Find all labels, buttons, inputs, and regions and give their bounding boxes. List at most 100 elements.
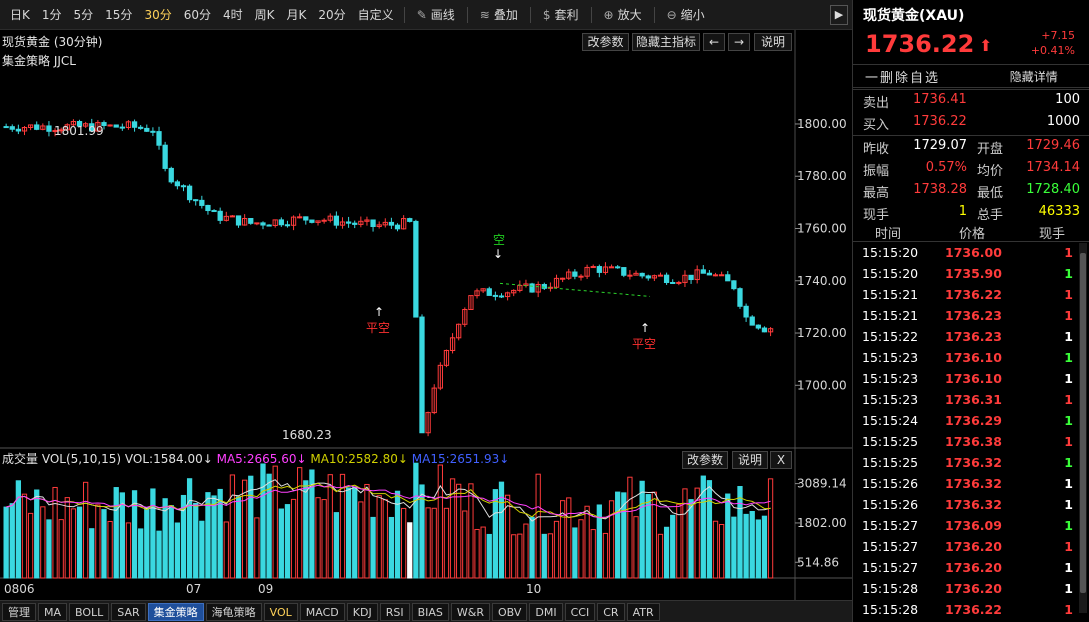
draw-line-button[interactable]: ✎ 画线 [409, 0, 463, 30]
tick-price: 1736.09 [945, 518, 1002, 533]
vol-label: 成交量 VOL(5,10,15) VOL:1584.00↓ [2, 452, 213, 466]
candle-down [248, 218, 254, 224]
timeframe-custom[interactable]: 自定义 [352, 0, 400, 30]
price-tick-label: 1760.00 [797, 221, 847, 235]
timeframe-week[interactable]: 周K [249, 0, 281, 30]
candle-up [229, 215, 236, 218]
tab-vol-6[interactable]: VOL [263, 602, 298, 621]
hide-detail-button[interactable]: 隐藏详情 [978, 68, 1089, 85]
volume-bar [199, 520, 205, 579]
volume-bar [376, 495, 382, 579]
tick-scrollbar[interactable] [1079, 243, 1087, 613]
volume-bar [645, 494, 651, 579]
candle-down [706, 272, 713, 276]
time-axis-label: 10 [526, 582, 541, 596]
candle-down [407, 218, 413, 222]
signal-arrow-icon: ↓ [493, 247, 503, 261]
tab-dmi-13[interactable]: DMI [529, 602, 563, 621]
zoom-out-icon: ⊖ [666, 7, 677, 22]
stat-row: 振幅 0.57% 均价 1734.14 [853, 158, 1089, 180]
volume-bar [144, 507, 150, 579]
tab--4[interactable]: 集金策略 [147, 602, 204, 621]
tab-cci-14[interactable]: CCI [564, 602, 596, 621]
help-button[interactable]: 说明 [754, 33, 792, 51]
volume-bar [15, 480, 22, 579]
tab-bias-10[interactable]: BIAS [411, 602, 449, 621]
strategy-label: 集金策略 JJCL [2, 54, 76, 68]
delete-favorite-button[interactable]: 一删除自选 [853, 67, 978, 86]
tick-time: 15:15:25 [862, 455, 919, 470]
volume-bar [83, 481, 89, 579]
timeframe-4h[interactable]: 4时 [217, 0, 249, 30]
volume-bar [407, 522, 413, 579]
volume-bar [627, 476, 633, 579]
timeframe-5min[interactable]: 5分 [68, 0, 100, 30]
candle-down [419, 316, 425, 434]
hide-main-indicator-button[interactable]: 隐藏主指标 [632, 33, 700, 51]
candlestick-chart[interactable]: 1800.00 1780.00 1760.00 1740.00 1720.00 1700.… [0, 30, 852, 600]
candle-up [676, 281, 682, 284]
tab-wr-11[interactable]: W&R [450, 602, 490, 621]
last-price: 1736.22 [865, 30, 975, 58]
tab--0[interactable]: 管理 [2, 602, 36, 621]
tab--5[interactable]: 海龟策略 [205, 602, 262, 621]
volume-bar [107, 520, 113, 579]
scroll-right-button[interactable]: → [728, 33, 750, 51]
tick-volume: 1 [1064, 602, 1073, 617]
zoom-in-button[interactable]: ⊕ 放大 [596, 0, 650, 30]
vol-help-button[interactable]: 说明 [732, 451, 768, 469]
signal-label: 平空 [632, 337, 656, 351]
candle-down [743, 305, 749, 318]
tab-sar-3[interactable]: SAR [111, 602, 146, 621]
volume-bar [547, 533, 554, 579]
volume-bar [58, 519, 64, 579]
tick-time: 15:15:28 [862, 581, 919, 596]
scrollbar-thumb[interactable] [1080, 253, 1086, 593]
tab-obv-12[interactable]: OBV [492, 602, 528, 621]
overlay-button[interactable]: ≋ 叠加 [472, 0, 526, 30]
edit-params-button[interactable]: 改参数 [582, 33, 629, 51]
scroll-left-button[interactable]: ← [703, 33, 725, 51]
tick-list[interactable]: 15:15:20 1736.00 1 15:15:20 1735.90 1 15:15:21… [853, 243, 1079, 621]
volume-bar [229, 474, 236, 579]
timeframe-1min[interactable]: 1分 [36, 0, 68, 30]
volume-bar [596, 504, 602, 579]
timeframe-15min[interactable]: 15分 [99, 0, 138, 30]
tick-header-price: 价格 [959, 227, 986, 242]
collapse-panel-button[interactable]: ▶ [830, 5, 848, 25]
zoom-out-label: 缩小 [680, 7, 705, 22]
timeframe-day[interactable]: 日K [4, 0, 36, 30]
volume-bar [315, 497, 321, 579]
price-tick-label: 1800.00 [797, 117, 847, 131]
tab-boll-2[interactable]: BOLL [69, 602, 110, 621]
volume-bar [297, 467, 303, 579]
tab-cr-15[interactable]: CR [597, 602, 625, 621]
chart-toolbar: 日K 1分 5分 15分 30分 60分 4时 周K 月K 20分 自定义 ✎ 画线 ≋ 叠加 $ 套利 ⊕ 放大 ⊖… [0, 0, 852, 30]
timeframe-30min[interactable]: 30分 [138, 0, 177, 30]
tab-ma-1[interactable]: MA [38, 602, 68, 621]
tab-atr-16[interactable]: ATR [626, 602, 660, 621]
tab-rsi-9[interactable]: RSI [379, 602, 410, 621]
tick-price: 1736.20 [945, 560, 1002, 575]
volume-bar [339, 473, 346, 579]
tick-row: 15:15:23 1736.10 1 [853, 348, 1079, 369]
candle-down [572, 271, 578, 277]
timeframe-60min[interactable]: 60分 [178, 0, 217, 30]
volume-bar [615, 491, 621, 579]
tab-macd-7[interactable]: MACD [299, 602, 345, 621]
candle-up [712, 274, 719, 277]
chart-area[interactable]: 1800.00 1780.00 1760.00 1740.00 1720.00 1700.… [0, 30, 852, 600]
overlay-label: 叠加 [493, 7, 518, 22]
tab-kdj-8[interactable]: KDJ [346, 602, 378, 621]
vol-close-button[interactable]: X [770, 451, 792, 469]
arbitrage-button[interactable]: $ 套利 [535, 0, 587, 30]
ask-row: 卖出 1736.41 100 [853, 90, 1089, 112]
timeframe-month[interactable]: 月K [281, 0, 313, 30]
candle-down [725, 274, 731, 282]
tick-price: 1736.32 [945, 476, 1002, 491]
tick-price: 1736.23 [945, 329, 1002, 344]
zoom-out-button[interactable]: ⊖ 缩小 [659, 0, 713, 30]
timeframe-20min[interactable]: 20分 [312, 0, 351, 30]
vol-edit-params-button[interactable]: 改参数 [682, 451, 728, 469]
candle-up [608, 266, 615, 269]
